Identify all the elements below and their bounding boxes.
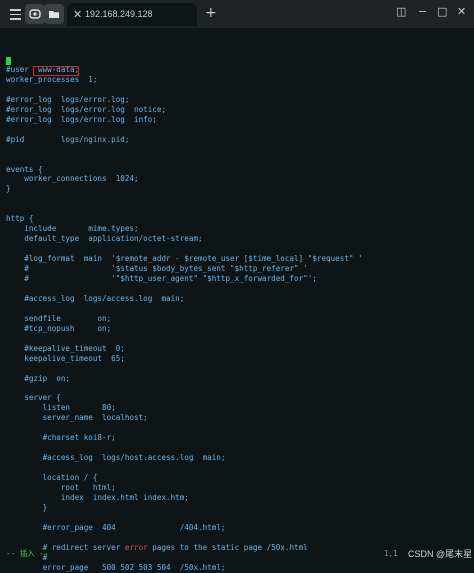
code-line: worker_connections 1024;: [6, 174, 139, 184]
code-line: #log_format main '$remote_addr - $remote…: [6, 254, 363, 264]
minimize-button[interactable]: −: [418, 5, 427, 18]
code-line: }: [6, 184, 11, 194]
code-line: server {: [6, 393, 61, 403]
code-line: #keepalive_timeout 0;: [6, 343, 125, 353]
code-line: default_type application/octet-stream;: [6, 234, 203, 244]
new-tab-button[interactable]: +: [205, 5, 217, 21]
code-line: #access_log logs/access.log main;: [6, 293, 185, 303]
terminal-editor[interactable]: #user www-data; worker_processes 1; #err…: [0, 28, 474, 572]
code-line: #gzip on;: [6, 373, 71, 383]
code-line: #access_log logs/host.access.log main;: [6, 453, 226, 463]
code-line: index index.html index.htm;: [6, 492, 189, 502]
tab-session[interactable]: ✕ 192.168.249.128: [67, 3, 197, 26]
highlight-box: [33, 65, 79, 76]
code-line: error_page 500 502 503 504 /50x.html;: [6, 562, 226, 572]
code-line: }: [6, 502, 48, 512]
maximize-button[interactable]: □: [437, 5, 447, 18]
hamburger-icon[interactable]: [6, 4, 26, 24]
code-line: #error_log logs/error.log notice;: [6, 104, 167, 114]
code-line: location / {: [6, 473, 98, 483]
code-line: #error_log logs/error.log;: [6, 94, 130, 104]
text-cursor: [6, 57, 11, 65]
code-line: events {: [6, 164, 43, 174]
code-line: #charset koi8-r;: [6, 433, 116, 443]
close-window-button[interactable]: ✕: [457, 5, 466, 18]
title-bar: ✕ 192.168.249.128 + ◫ − □ ✕: [0, 0, 474, 28]
code-line: #tcp_nopush on;: [6, 323, 112, 333]
watermark: CSDN @尾末星: [408, 549, 473, 559]
insert-mode-indicator: -- 插入 --: [6, 549, 49, 558]
folder-icon[interactable]: [44, 4, 64, 24]
editor-lines: #user www-data; worker_processes 1; #err…: [6, 65, 466, 573]
tab-close-icon[interactable]: ✕: [73, 8, 82, 21]
sidebar-toggle-icon[interactable]: ◫: [396, 5, 406, 18]
code-line: http {: [6, 214, 34, 224]
status-line: -- 插入 -- 1,1: [0, 548, 474, 560]
code-line: #error_log logs/error.log info;: [6, 114, 157, 124]
code-line: # '"$http_user_agent" "$http_x_forwarded…: [6, 274, 317, 284]
code-line: listen 80;: [6, 403, 116, 413]
code-line: keepalive_timeout 65;: [6, 353, 125, 363]
code-line: worker_processes 1;: [6, 74, 98, 84]
tab-title: 192.168.249.128: [85, 9, 153, 19]
cursor-position: 1,1: [384, 549, 398, 558]
code-line: #error_page 404 /404.html;: [6, 522, 226, 532]
code-line: sendfile on;: [6, 313, 112, 323]
code-line: include mime.types;: [6, 224, 139, 234]
code-line: server_name localhost;: [6, 413, 148, 423]
code-line: # '$status $body_bytes_sent "$http_refer…: [6, 264, 308, 274]
code-line: root html;: [6, 483, 116, 493]
code-line: #pid logs/nginx.pid;: [6, 134, 130, 144]
sessions-icon[interactable]: [25, 4, 45, 24]
